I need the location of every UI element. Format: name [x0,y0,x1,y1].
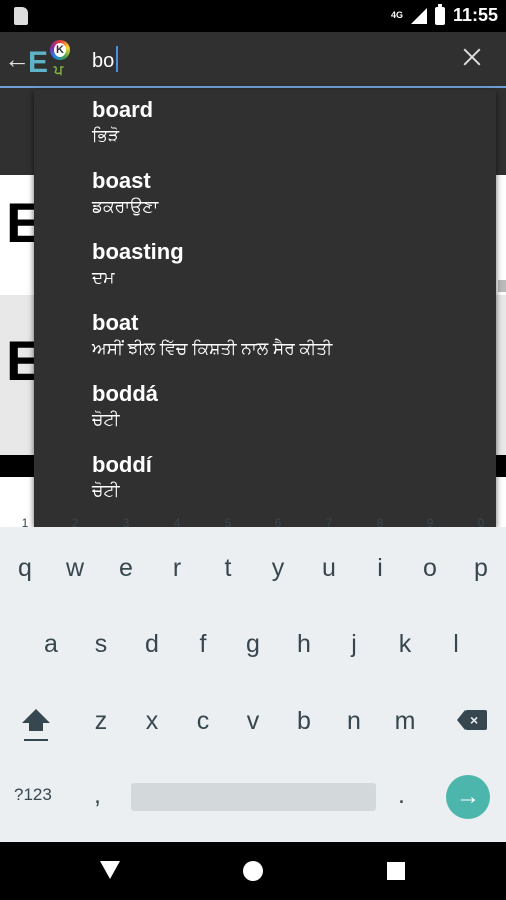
key-d[interactable]: d [127,613,177,675]
key-w[interactable]: 2w [50,517,100,599]
app-logo: E K ਪ [28,40,74,80]
app-toolbar: ← E K ਪ [0,32,506,88]
suggestion-word: boast [92,168,151,193]
key-x[interactable]: x [127,690,177,752]
key-g[interactable]: g [228,613,278,675]
key-hint: 0 [477,516,485,530]
key-b[interactable]: b [279,690,329,752]
key-hint: 1 [21,516,29,530]
logo-letter: E [28,46,49,79]
shift-icon[interactable] [20,705,52,749]
arrow-forward-icon[interactable]: → [446,775,490,819]
battery-icon [434,3,445,25]
suggestion-translation: ਅਸੀਂ ਝੀਲ ਵਿੱਚ ਕਿਸ਼ਤੀ ਨਾਲ ਸੈਰ ਕੀਤੀ [92,339,333,358]
navigation-bar [0,842,506,900]
suggestions-dropdown: board ਭਿੜੋ boast ਡਕਰਾਉਣਾ boasting ਦਮ boa… [34,90,496,527]
key-hint: 8 [376,516,384,530]
suggestion-item[interactable]: boasting ਦਮ [34,232,496,303]
key-r[interactable]: 4r [152,517,202,599]
key-label: r [172,554,182,582]
period-key[interactable]: . [398,781,405,810]
soft-keyboard: 1q 2w 3e 4r 5t 6y 7u 8i 9o 0p a s d f g … [0,517,506,842]
suggestion-item[interactable]: boddá ਚੋਟੀ [34,374,496,445]
logo-sub-letter: ਪ [54,62,64,78]
key-hint: 3 [122,516,130,530]
key-e[interactable]: 3e [101,517,151,599]
suggestion-item[interactable]: boat ਅਸੀਂ ਝੀਲ ਵਿੱਚ ਕਿਸ਼ਤੀ ਨਾਲ ਸੈਰ ਕੀਤੀ [34,303,496,374]
suggestion-translation: ਚੋਟੀ [92,481,120,500]
key-hint: 2 [71,516,79,530]
comma-key[interactable]: , [94,781,101,810]
key-label: w [65,554,85,582]
nav-home-icon[interactable] [243,861,263,881]
search-underline [0,86,506,88]
key-y[interactable]: 6y [253,517,303,599]
key-l[interactable]: l [431,613,481,675]
key-label: u [322,554,336,582]
clock: 11:55 [452,5,498,25]
space-bar[interactable] [131,783,376,811]
key-h[interactable]: h [279,613,329,675]
suggestion-translation: ਚੋਟੀ [92,410,120,429]
key-label: i [377,554,383,582]
suggestion-item[interactable]: boddí ਚੋਟੀ [34,445,496,516]
suggestion-translation: ਡਕਰਾਉਣਾ [92,197,159,216]
logo-badge-icon: K [50,40,70,60]
status-bar: 4G 11:55 [0,0,506,32]
sd-card-icon [14,7,28,25]
key-n[interactable]: n [329,690,379,752]
backspace-icon[interactable]: × [457,710,487,730]
network-type-label: 4G [390,10,403,20]
text-cursor [116,46,118,72]
key-t[interactable]: 5t [203,517,253,599]
key-label: e [119,554,133,582]
key-label: q [18,554,32,582]
key-hint: 4 [173,516,181,530]
suggestion-word: boat [92,310,139,335]
key-f[interactable]: f [178,613,228,675]
suggestion-word: board [92,97,154,122]
key-u[interactable]: 7u [304,517,354,599]
suggestion-item[interactable]: board ਭਿੜੋ [34,90,496,161]
key-a[interactable]: a [26,613,76,675]
key-q[interactable]: 1q [0,517,50,599]
arrow-back-icon[interactable]: ← [4,44,30,74]
key-p[interactable]: 0p [456,517,506,599]
key-s[interactable]: s [76,613,126,675]
search-input[interactable] [92,48,432,74]
suggestion-translation: ਦਮ [92,268,115,287]
key-j[interactable]: j [329,613,379,675]
key-label: o [423,554,437,582]
key-m[interactable]: m [380,690,430,752]
key-v[interactable]: v [228,690,278,752]
suggestion-word: boasting [92,239,184,264]
key-hint: 5 [224,516,232,530]
key-hint: 7 [325,516,333,530]
nav-back-icon[interactable] [100,861,120,879]
key-k[interactable]: k [380,613,430,675]
suggestion-word: boddá [92,381,158,406]
suggestion-item[interactable]: boast ਡਕਰਾਉਣਾ [34,161,496,232]
signal-icon [410,7,427,24]
close-icon[interactable] [458,44,486,72]
symbols-key[interactable]: ?123 [14,785,52,805]
key-label: t [224,554,232,582]
key-o[interactable]: 9o [405,517,455,599]
key-c[interactable]: c [178,690,228,752]
key-i[interactable]: 8i [355,517,405,599]
suggestion-translation: ਭਿੜੋ [92,126,119,145]
key-z[interactable]: z [76,690,126,752]
background-marker [498,280,506,292]
key-hint: 9 [426,516,434,530]
logo-badge-letter: K [54,43,66,57]
nav-recents-icon[interactable] [387,862,405,880]
key-hint: 6 [274,516,282,530]
suggestion-word: boddí [92,452,152,477]
key-label: p [474,554,488,582]
key-label: y [271,554,285,582]
